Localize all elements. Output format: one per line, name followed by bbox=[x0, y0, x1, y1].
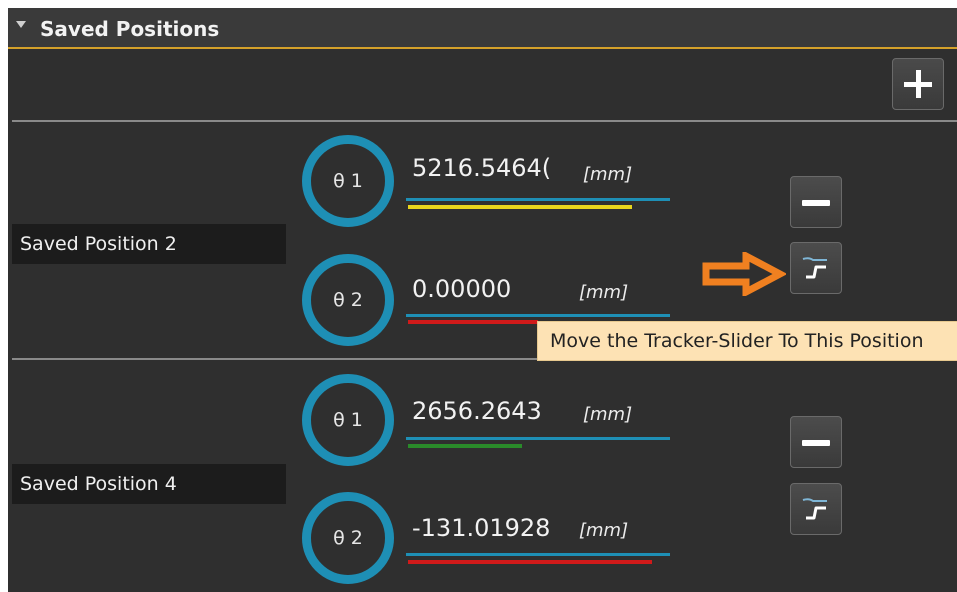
value-underline bbox=[406, 553, 670, 556]
axis-badge: θ 1 bbox=[302, 135, 394, 227]
move-to-position-button[interactable] bbox=[790, 483, 842, 535]
axis-badge: θ 2 bbox=[302, 254, 394, 346]
value-underline bbox=[406, 198, 670, 201]
saved-positions-panel: Saved Positions Saved Position 2 θ 1 521… bbox=[8, 8, 957, 592]
slider-move-icon bbox=[802, 257, 827, 279]
value-underline bbox=[406, 314, 670, 317]
axis-unit: [mm] bbox=[579, 520, 629, 541]
axis-unit: [mm] bbox=[583, 164, 633, 185]
axis-label: θ 2 bbox=[333, 289, 363, 311]
slider-move-icon bbox=[802, 498, 827, 520]
axis-indicator-bar bbox=[408, 320, 538, 324]
arrow-right-icon bbox=[702, 252, 786, 296]
axis-badge: θ 2 bbox=[302, 492, 394, 584]
position-name-field[interactable]: Saved Position 2 bbox=[12, 224, 286, 264]
axis-value: 2656.2643 bbox=[412, 397, 542, 425]
move-to-position-button[interactable] bbox=[790, 242, 842, 294]
axis-unit: [mm] bbox=[579, 282, 629, 303]
axis-label: θ 1 bbox=[333, 170, 363, 192]
remove-position-button[interactable] bbox=[790, 416, 842, 468]
panel-title: Saved Positions bbox=[40, 17, 220, 41]
add-position-button[interactable] bbox=[892, 58, 944, 110]
tooltip: Move the Tracker-Slider To This Position bbox=[537, 321, 957, 361]
remove-position-button[interactable] bbox=[790, 176, 842, 228]
axis-indicator-bar bbox=[408, 205, 632, 209]
position-name-field[interactable]: Saved Position 4 bbox=[12, 464, 286, 504]
minus-icon bbox=[802, 440, 830, 446]
panel-header[interactable]: Saved Positions bbox=[8, 8, 957, 49]
axis-unit: [mm] bbox=[583, 404, 633, 425]
axis-value: -131.01928 bbox=[412, 514, 551, 542]
axis-badge: θ 1 bbox=[302, 374, 394, 466]
axis-indicator-bar bbox=[408, 560, 652, 564]
axis-value: 0.00000 bbox=[412, 275, 512, 303]
minus-icon bbox=[802, 200, 830, 206]
divider bbox=[12, 120, 957, 122]
value-underline bbox=[406, 437, 670, 440]
axis-indicator-bar bbox=[408, 444, 522, 448]
axis-label: θ 1 bbox=[333, 409, 363, 431]
axis-label: θ 2 bbox=[333, 527, 363, 549]
axis-value: 5216.5464( bbox=[412, 154, 552, 182]
chevron-down-icon[interactable] bbox=[16, 21, 26, 28]
